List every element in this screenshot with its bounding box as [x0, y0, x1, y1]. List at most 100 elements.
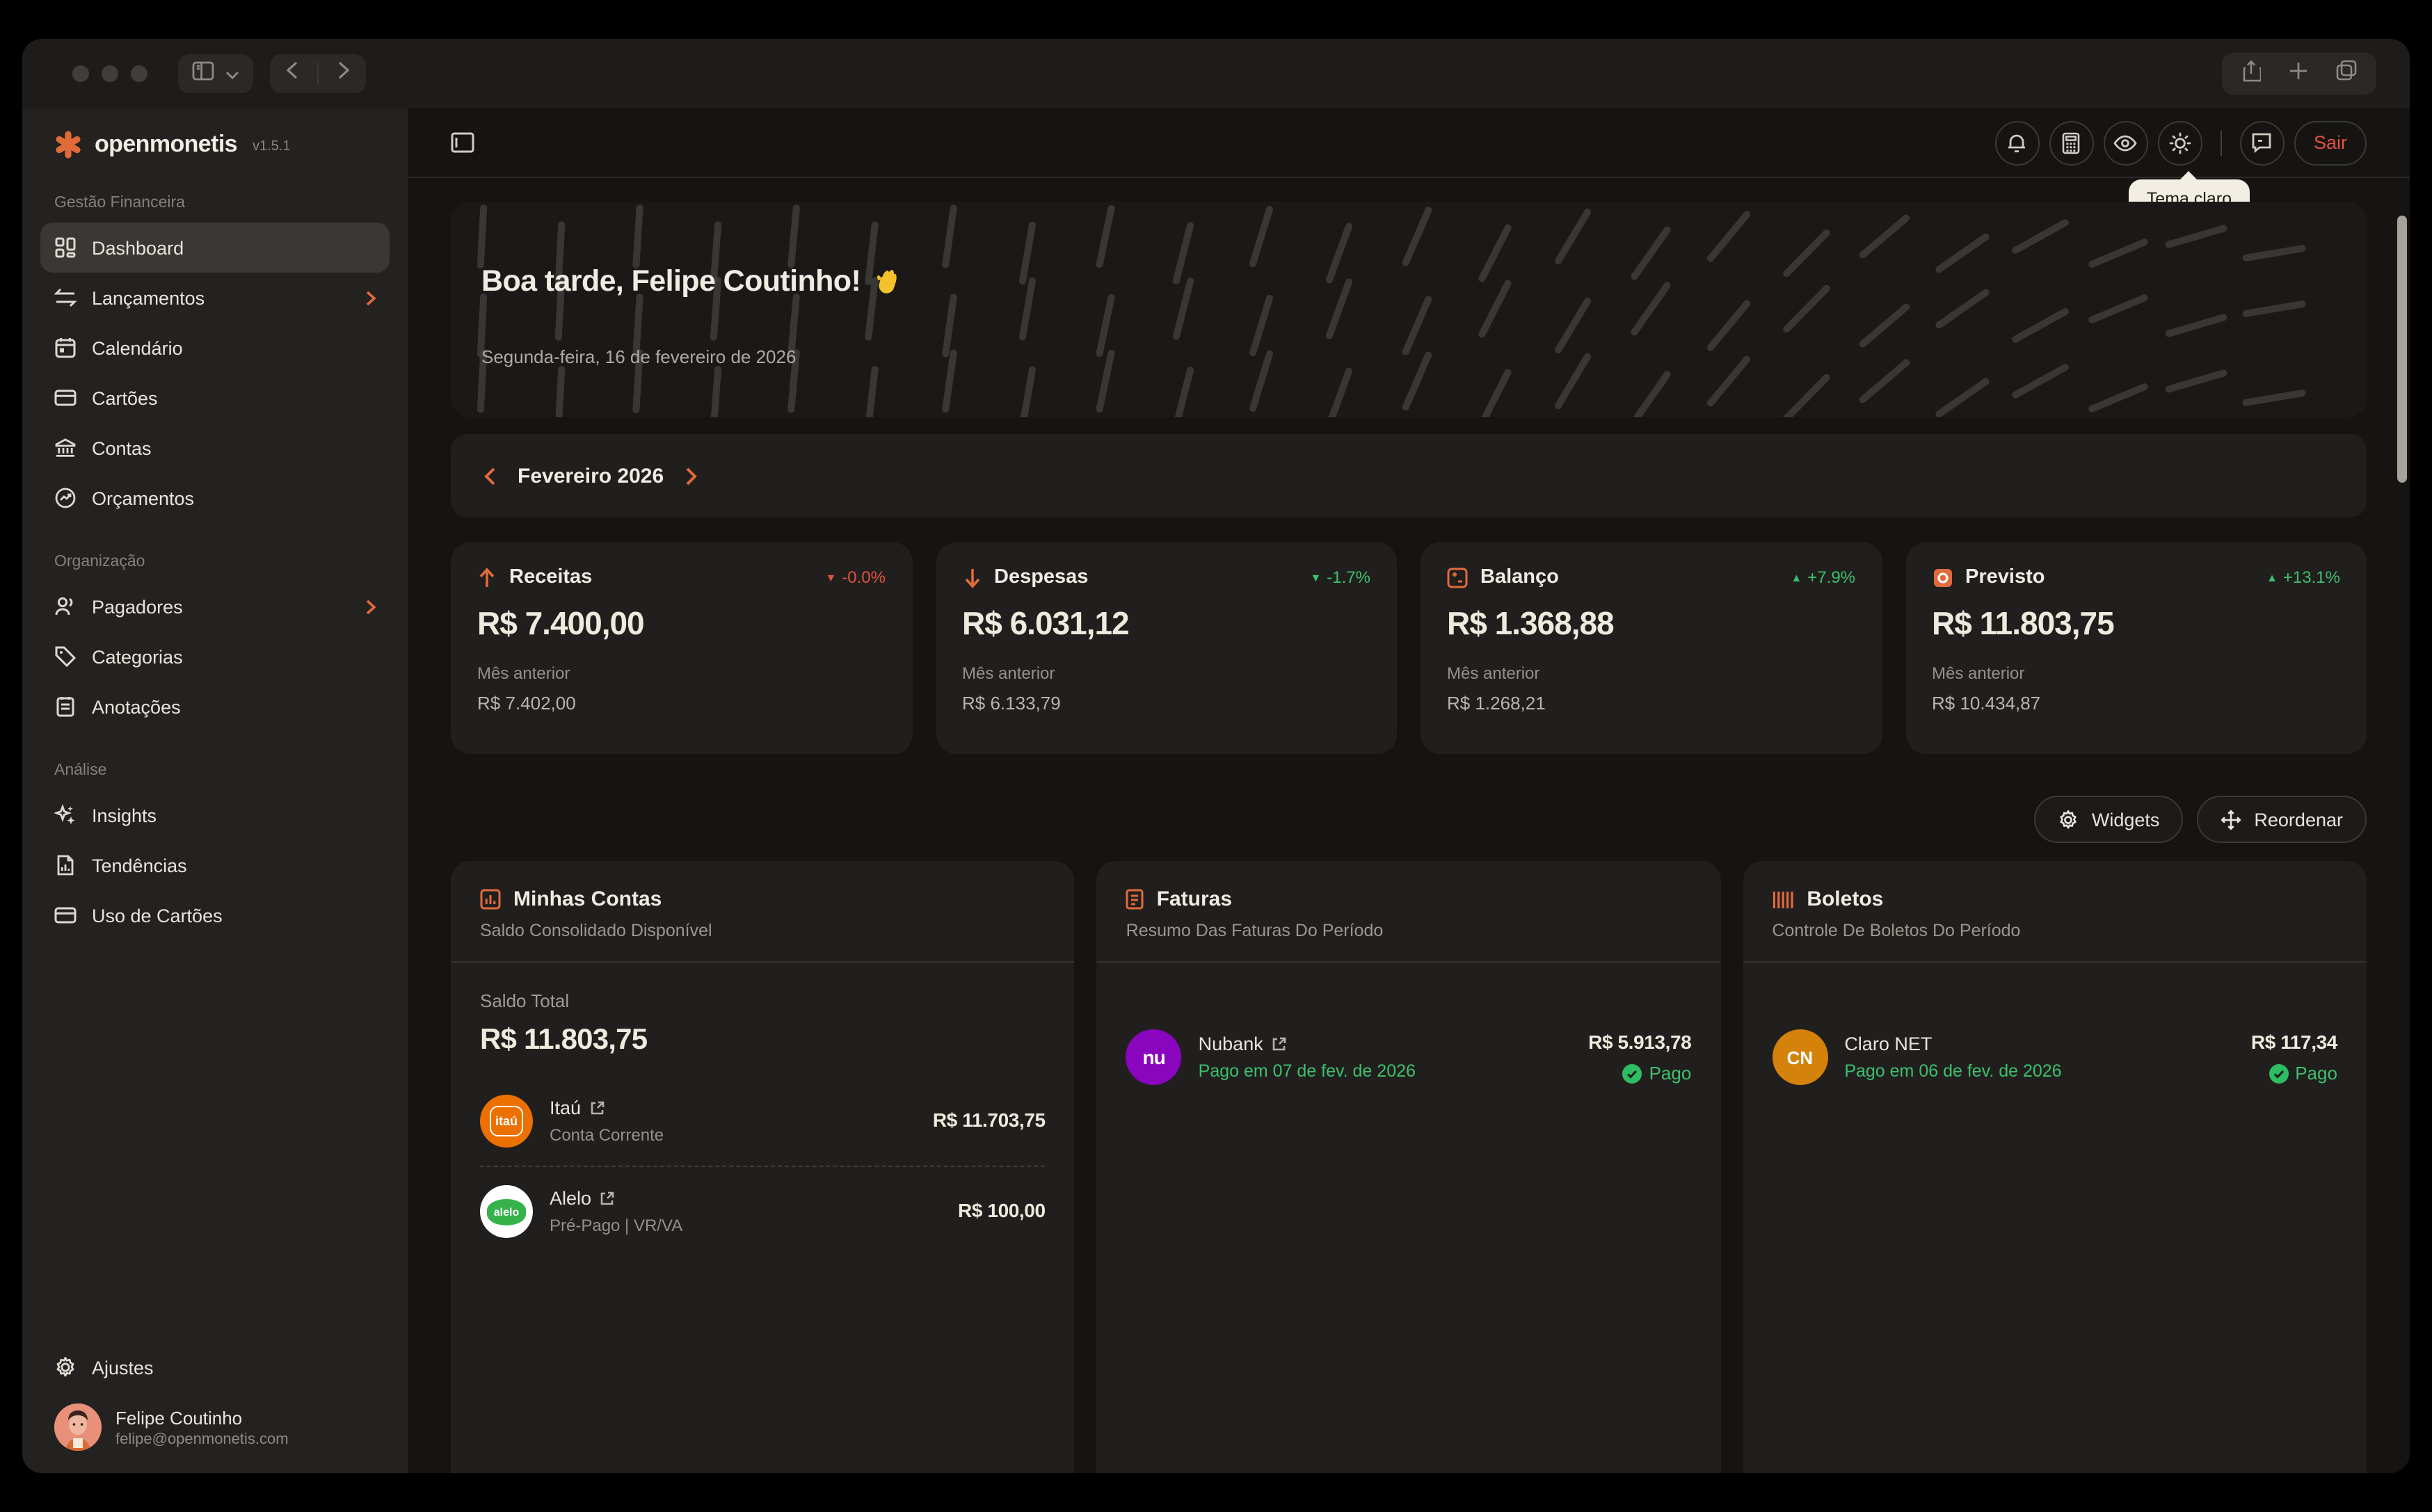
next-month-button[interactable] — [686, 467, 697, 485]
decor-bar — [1934, 288, 1990, 330]
sidebar-item-categorias[interactable]: Categorias — [40, 632, 390, 682]
decor-bar — [1172, 221, 1194, 285]
dashboard-icon — [54, 236, 77, 259]
decor-bar — [865, 366, 879, 417]
main-area: Sair Tema claro Boa tarde, Felipe Coutin… — [408, 108, 2410, 1473]
sidebar-item-ajustes[interactable]: Ajustes — [40, 1342, 390, 1392]
header-divider — [2221, 130, 2222, 155]
previous-month-button[interactable] — [484, 467, 495, 485]
account-name: Itaú — [550, 1097, 581, 1118]
decor-bar — [2088, 293, 2150, 325]
external-link-icon[interactable] — [600, 1191, 615, 1206]
privacy-eye-button[interactable] — [2104, 120, 2148, 165]
account-value: R$ 11.703,75 — [933, 1109, 1046, 1131]
theme-toggle-button[interactable] — [2158, 120, 2202, 165]
decor-bar — [1782, 228, 1832, 279]
external-link-icon[interactable] — [1272, 1036, 1287, 1052]
back-button[interactable] — [287, 61, 298, 86]
invoice-name: Nubank — [1199, 1034, 1263, 1054]
decor-bar — [1553, 296, 1592, 355]
bills-widget: Boletos Controle De Boletos Do Período C… — [1743, 861, 2367, 1473]
sidebar: openmonetis v1.5.1 Gestão Financeira Das… — [22, 108, 408, 1473]
sidebar-item-lancamentos[interactable]: Lançamentos — [40, 273, 390, 323]
decor-bar — [1096, 349, 1116, 413]
invoice-status-date: Pago em 07 de fev. de 2026 — [1199, 1061, 1416, 1081]
account-row-itau[interactable]: itaú Itaú Conta Corrente R$ 11.703,75 — [480, 1077, 1046, 1166]
user-name: Felipe Coutinho — [115, 1407, 289, 1428]
stat-prev-value: R$ 10.434,87 — [1932, 693, 2340, 714]
sidebar-item-insights[interactable]: Insights — [40, 790, 390, 840]
claro-net-logo: CN — [1772, 1029, 1827, 1085]
month-label: Fevereiro 2026 — [518, 464, 664, 488]
scrollbar-thumb[interactable] — [2397, 216, 2407, 483]
sidebar-item-orcamentos[interactable]: Orçamentos — [40, 473, 390, 523]
credit-card-icon — [54, 904, 77, 926]
total-balance-value: R$ 11.803,75 — [480, 1024, 1046, 1057]
decor-bar — [1096, 293, 1116, 357]
sidebar-item-label: Cartões — [92, 387, 158, 408]
sidebar-item-label: Categorias — [92, 646, 183, 667]
decor-bar — [2010, 362, 2070, 399]
sidebar-item-label: Orçamentos — [92, 488, 194, 508]
bar-chart-icon — [480, 889, 501, 910]
sidebar-collapse-icon[interactable] — [451, 132, 474, 153]
decor-bar — [1934, 232, 1990, 275]
sidebar-item-calendario[interactable]: Calendário — [40, 323, 390, 373]
decor-bar — [1858, 302, 1912, 348]
nubank-logo: nu — [1126, 1029, 1182, 1085]
user-profile[interactable]: Felipe Coutinho felipe@openmonetis.com — [40, 1392, 390, 1454]
decor-bar — [1018, 366, 1037, 417]
zoom-window-button[interactable] — [131, 65, 147, 82]
wave-emoji — [872, 266, 902, 297]
decor-bar — [2164, 224, 2227, 249]
chevron-right-icon — [366, 599, 376, 614]
sparkles-icon — [54, 804, 77, 826]
decor-bar — [1249, 294, 1274, 357]
browser-sidebar-toggle[interactable] — [178, 54, 253, 93]
decor-bar — [1553, 352, 1592, 410]
sidebar-item-dashboard[interactable]: Dashboard — [40, 223, 390, 273]
forward-button[interactable] — [338, 61, 349, 86]
decor-bar — [1478, 279, 1513, 339]
reorder-button[interactable]: Reordenar — [2197, 796, 2367, 843]
new-tab-icon[interactable] — [2289, 61, 2308, 87]
stat-title: Balanço — [1480, 566, 1559, 588]
month-selector: Fevereiro 2026 — [451, 434, 2367, 517]
invoice-row-nubank[interactable]: nu Nubank Pago em 07 de fev. de 2026 R$ … — [1126, 1011, 1692, 1103]
calculator-button[interactable] — [2049, 120, 2094, 165]
external-link-icon[interactable] — [589, 1100, 605, 1116]
notebook-icon — [54, 695, 77, 718]
share-icon[interactable] — [2241, 59, 2261, 88]
logout-button[interactable]: Sair — [2294, 120, 2367, 165]
account-value: R$ 100,00 — [958, 1199, 1046, 1221]
app-name: openmonetis — [95, 131, 237, 159]
notifications-button[interactable] — [1995, 120, 2040, 165]
sidebar-item-contas[interactable]: Contas — [40, 423, 390, 473]
sidebar-item-tendencias[interactable]: Tendências — [40, 840, 390, 890]
delta-badge: ▼-0.0% — [825, 568, 886, 587]
delta-badge: ▲+13.1% — [2266, 568, 2340, 587]
feedback-button[interactable] — [2240, 120, 2285, 165]
account-row-alelo[interactable]: alelo Alelo Pré-Pago | VR/VA R$ 100,00 — [480, 1166, 1046, 1256]
accounts-widget: Minhas Contas Saldo Consolidado Disponív… — [451, 861, 1075, 1473]
sidebar-item-label: Anotações — [92, 696, 181, 717]
stat-prev-value: R$ 1.268,21 — [1447, 693, 1855, 714]
sidebar-item-label: Ajustes — [92, 1357, 154, 1378]
close-window-button[interactable] — [72, 65, 89, 82]
decor-bar — [2088, 383, 2150, 414]
bill-row-claro-net[interactable]: CN Claro NET Pago em 06 de fev. de 2026 … — [1772, 1011, 2337, 1103]
decor-bar — [2164, 313, 2227, 338]
decor-bar — [2242, 300, 2306, 317]
sidebar-item-anotacoes[interactable]: Anotações — [40, 682, 390, 732]
widgets-button[interactable]: Widgets — [2035, 796, 2184, 843]
section-label: Gestão Financeira — [40, 195, 390, 211]
decor-bar — [1401, 351, 1433, 412]
chevron-right-icon — [366, 290, 376, 305]
sidebar-item-pagadores[interactable]: Pagadores — [40, 581, 390, 632]
tab-overview-icon[interactable] — [2336, 60, 2357, 88]
stat-card-despesas: Despesas ▼-1.7% R$ 6.031,12 Mês anterior… — [936, 542, 1397, 754]
sidebar-item-cartoes[interactable]: Cartões — [40, 373, 390, 423]
widget-subtitle: Resumo Das Faturas Do Período — [1126, 921, 1692, 940]
minimize-window-button[interactable] — [102, 65, 118, 82]
sidebar-item-uso-de-cartoes[interactable]: Uso de Cartões — [40, 890, 390, 940]
